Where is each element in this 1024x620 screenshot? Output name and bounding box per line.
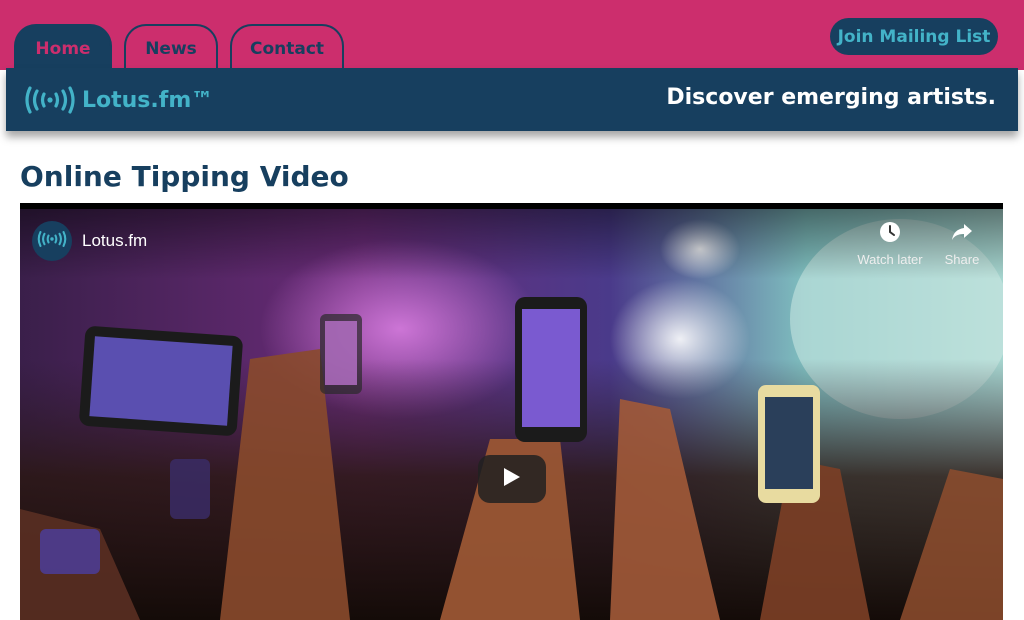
page-title: Online Tipping Video xyxy=(20,160,349,193)
watch-later-button[interactable]: Watch later xyxy=(850,221,930,267)
tab-news[interactable]: News xyxy=(124,24,218,72)
join-mailing-list-button[interactable]: Join Mailing List xyxy=(830,18,998,55)
radio-waves-icon xyxy=(37,230,67,252)
top-nav-bar: Home News Contact Join Mailing List xyxy=(0,0,1024,72)
share-arrow-icon xyxy=(922,221,1002,246)
video-player[interactable]: Lotus.fm Watch later Share xyxy=(20,203,1003,620)
tab-contact[interactable]: Contact xyxy=(230,24,344,72)
watch-later-label: Watch later xyxy=(857,252,923,267)
share-label: Share xyxy=(944,252,980,267)
video-header-overlay: Lotus.fm Watch later Share xyxy=(20,209,1003,279)
brand-name: Lotus.fm™ xyxy=(82,87,214,113)
play-button[interactable] xyxy=(478,455,546,503)
play-icon xyxy=(503,467,521,491)
clock-icon xyxy=(850,221,930,246)
share-button[interactable]: Share xyxy=(922,221,1002,267)
site-logo[interactable]: Lotus.fm™ xyxy=(24,85,213,115)
tab-home[interactable]: Home xyxy=(14,24,112,72)
brand-header: Lotus.fm™ Discover emerging artists. xyxy=(6,68,1018,131)
tagline: Discover emerging artists. xyxy=(666,85,996,110)
channel-avatar[interactable] xyxy=(32,221,72,261)
channel-name[interactable]: Lotus.fm xyxy=(82,231,147,251)
radio-waves-icon xyxy=(24,85,76,115)
